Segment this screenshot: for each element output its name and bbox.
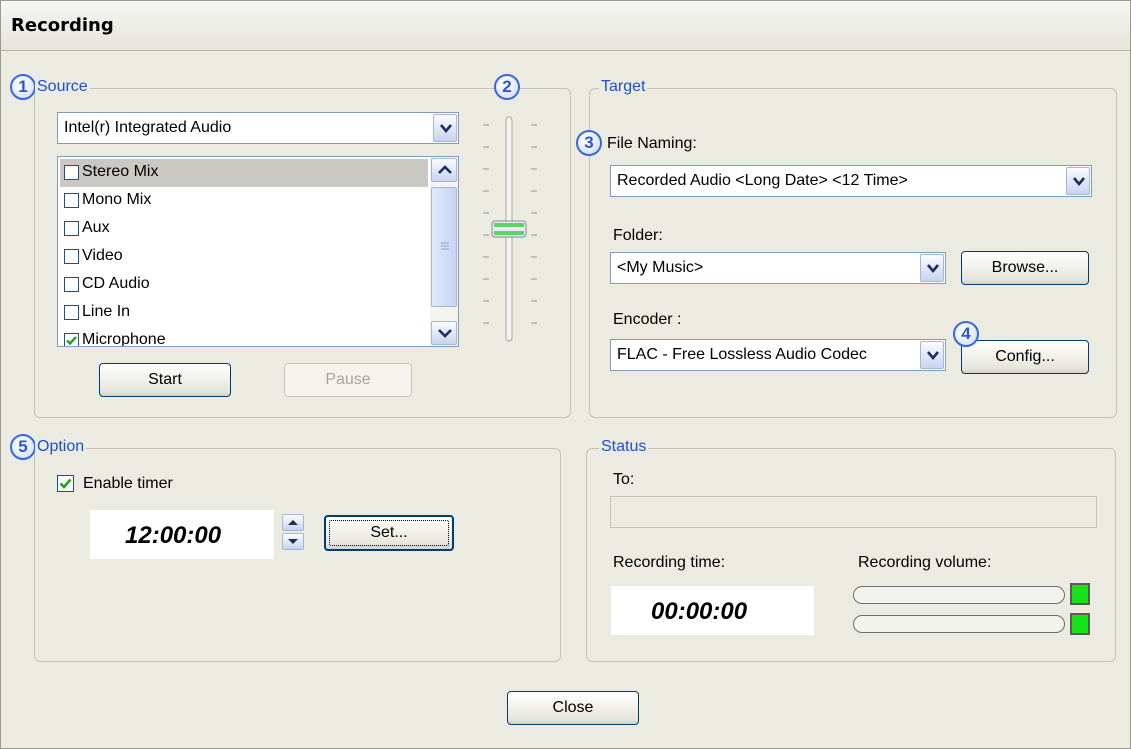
- chevron-down-icon[interactable]: [920, 341, 944, 369]
- badge-1: 1: [10, 74, 36, 100]
- recording-window: Recording 1 Source Intel(r) Integrated A…: [0, 0, 1131, 749]
- window-title: Recording: [11, 15, 114, 36]
- recording-time-label: Recording time:: [613, 554, 726, 571]
- volume-meter-right: [853, 615, 1065, 633]
- chevron-down-icon[interactable]: [1066, 167, 1090, 195]
- checkbox[interactable]: [64, 165, 79, 180]
- chevron-down-icon[interactable]: [920, 254, 944, 282]
- checkbox[interactable]: [64, 277, 79, 292]
- badge-3: 3: [576, 130, 602, 156]
- source-input-list[interactable]: Stereo Mix Mono Mix Aux Video CD Audio L…: [57, 156, 459, 347]
- enable-timer-checkbox[interactable]: [57, 475, 74, 492]
- file-naming-label: File Naming:: [607, 135, 697, 152]
- folder-select[interactable]: <My Music>: [610, 252, 946, 284]
- list-scrollbar[interactable]: [430, 157, 458, 346]
- status-legend: Status: [599, 438, 649, 456]
- led-indicator-right: [1070, 613, 1090, 635]
- timer-spin-down[interactable]: [282, 533, 304, 550]
- config-button[interactable]: Config...: [961, 340, 1089, 374]
- title-bar: Recording: [1, 1, 1130, 51]
- checkbox-checked[interactable]: [64, 333, 79, 346]
- badge-5: 5: [10, 434, 36, 460]
- volume-meter-left: [853, 586, 1065, 604]
- source-legend: Source: [35, 78, 90, 96]
- to-label: To:: [613, 471, 635, 488]
- target-legend: Target: [599, 78, 648, 96]
- enable-timer-label[interactable]: Enable timer: [83, 475, 173, 493]
- pause-button[interactable]: Pause: [284, 363, 412, 397]
- timer-spin-up[interactable]: [282, 514, 304, 531]
- file-naming-select[interactable]: Recorded Audio <Long Date> <12 Time>: [610, 165, 1092, 197]
- list-item[interactable]: Line In: [60, 299, 428, 327]
- encoder-select[interactable]: FLAC - Free Lossless Audio Codec: [610, 339, 946, 371]
- badge-4: 4: [953, 321, 979, 347]
- list-item[interactable]: Mono Mix: [60, 187, 428, 215]
- checkbox[interactable]: [64, 193, 79, 208]
- close-button[interactable]: Close: [507, 691, 639, 725]
- checkbox[interactable]: [64, 305, 79, 320]
- list-item[interactable]: Microphone: [60, 327, 428, 346]
- checkbox[interactable]: [64, 249, 79, 264]
- option-legend: Option: [35, 438, 87, 456]
- timer-value: 12:00:00: [125, 522, 222, 549]
- chevron-down-icon[interactable]: [433, 114, 457, 142]
- list-item[interactable]: Video: [60, 243, 428, 271]
- list-item[interactable]: Stereo Mix: [60, 159, 428, 187]
- encoder-label: Encoder :: [613, 311, 682, 328]
- led-indicator-left: [1070, 583, 1090, 605]
- browse-button[interactable]: Browse...: [961, 251, 1089, 285]
- to-field: [610, 496, 1097, 528]
- source-device-value: Intel(r) Integrated Audio: [64, 119, 232, 136]
- volume-slider[interactable]: [475, 111, 545, 351]
- scroll-thumb[interactable]: [431, 187, 457, 307]
- start-button[interactable]: Start: [99, 363, 231, 397]
- set-button[interactable]: Set...: [324, 515, 454, 551]
- recording-volume-label: Recording volume:: [858, 554, 992, 571]
- recording-time-value: 00:00:00: [651, 598, 748, 625]
- list-item[interactable]: Aux: [60, 215, 428, 243]
- folder-label: Folder:: [613, 227, 663, 244]
- checkbox[interactable]: [64, 221, 79, 236]
- scroll-down-button[interactable]: [431, 321, 457, 345]
- source-device-select[interactable]: Intel(r) Integrated Audio: [57, 112, 459, 144]
- list-item[interactable]: CD Audio: [60, 271, 428, 299]
- badge-2: 2: [494, 74, 520, 100]
- scroll-up-button[interactable]: [431, 158, 457, 182]
